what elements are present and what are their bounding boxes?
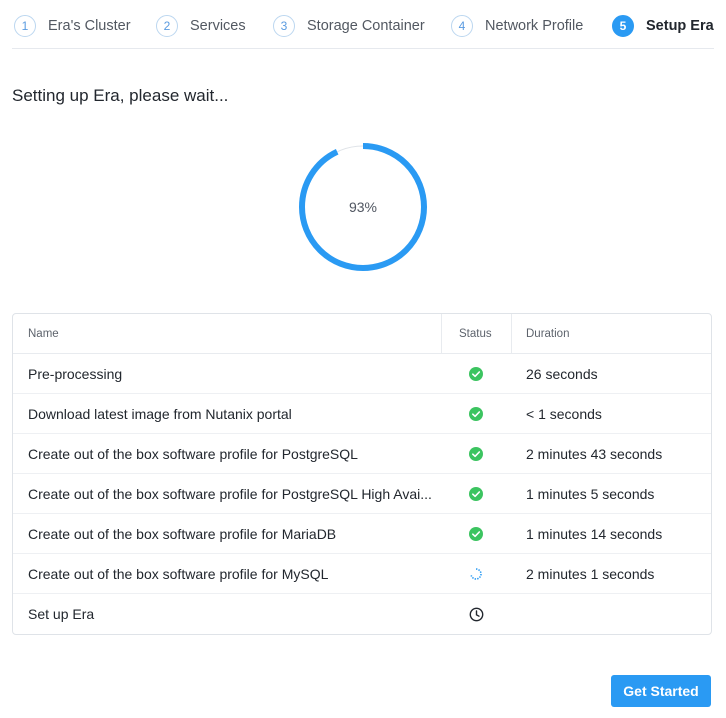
check-circle-icon [441, 514, 511, 554]
wizard-stepper: 1 Era's Cluster 2 Services 3 Storage Con… [0, 0, 726, 50]
step-network-profile[interactable]: 4 Network Profile [451, 14, 583, 38]
column-divider [441, 314, 442, 354]
task-duration: < 1 seconds [526, 406, 602, 422]
step-number: 1 [14, 15, 36, 37]
table-row[interactable]: Pre-processing 26 seconds [13, 354, 711, 394]
step-label: Setup Era [646, 18, 714, 34]
get-started-button[interactable]: Get Started [611, 675, 711, 707]
step-label: Network Profile [485, 18, 584, 34]
step-setup-era[interactable]: 5 Setup Era [612, 14, 714, 38]
spinner-icon [441, 554, 511, 594]
step-label: Storage Container [307, 18, 425, 34]
page-heading: Setting up Era, please wait... [12, 86, 229, 105]
table-header: Name Status Duration [13, 314, 711, 354]
table-row[interactable]: Create out of the box software profile f… [13, 514, 711, 554]
column-header-name[interactable]: Name [28, 314, 59, 354]
table-row[interactable]: Set up Era [13, 594, 711, 634]
progress-ring: 93% [297, 141, 429, 273]
table-row[interactable]: Create out of the box software profile f… [13, 474, 711, 514]
column-header-status[interactable]: Status [459, 314, 492, 354]
task-duration [526, 594, 706, 634]
task-name: Pre-processing [28, 366, 123, 382]
clock-icon [441, 594, 511, 634]
step-number: 5 [612, 15, 634, 37]
task-name: Set up Era [28, 606, 95, 622]
task-name: Create out of the box software profile f… [28, 446, 358, 462]
table-row[interactable]: Download latest image from Nutanix porta… [13, 394, 711, 434]
step-storage-container[interactable]: 3 Storage Container [273, 14, 425, 38]
check-circle-icon [441, 474, 511, 514]
task-duration: 2 minutes 43 seconds [526, 446, 663, 462]
progress-percent: 93% [348, 199, 378, 215]
task-name: Create out of the box software profile f… [28, 526, 337, 542]
step-eras-cluster[interactable]: 1 Era's Cluster [14, 14, 131, 38]
check-circle-icon [441, 354, 511, 394]
task-duration: 1 minutes 5 seconds [526, 486, 655, 502]
column-divider [511, 314, 512, 354]
task-name: Download latest image from Nutanix porta… [28, 406, 292, 422]
step-number: 3 [273, 15, 295, 37]
step-label: Era's Cluster [48, 18, 131, 34]
task-name: Create out of the box software profile f… [28, 566, 329, 582]
task-duration: 1 minutes 14 seconds [526, 526, 663, 542]
step-number: 4 [451, 15, 473, 37]
check-circle-icon [441, 394, 511, 434]
task-name: Create out of the box software profile f… [28, 486, 432, 502]
task-duration: 2 minutes 1 seconds [526, 566, 655, 582]
step-services[interactable]: 2 Services [156, 14, 246, 38]
table-row[interactable]: Create out of the box software profile f… [13, 554, 711, 594]
table-row[interactable]: Create out of the box software profile f… [13, 434, 711, 474]
check-circle-icon [441, 434, 511, 474]
task-duration: 26 seconds [526, 366, 598, 382]
tasks-table: Name Status Duration Pre-processing 26 se… [12, 313, 712, 635]
step-label: Services [190, 18, 246, 34]
column-header-duration[interactable]: Duration [526, 314, 569, 354]
stepper-divider [12, 48, 714, 49]
step-number: 2 [156, 15, 178, 37]
